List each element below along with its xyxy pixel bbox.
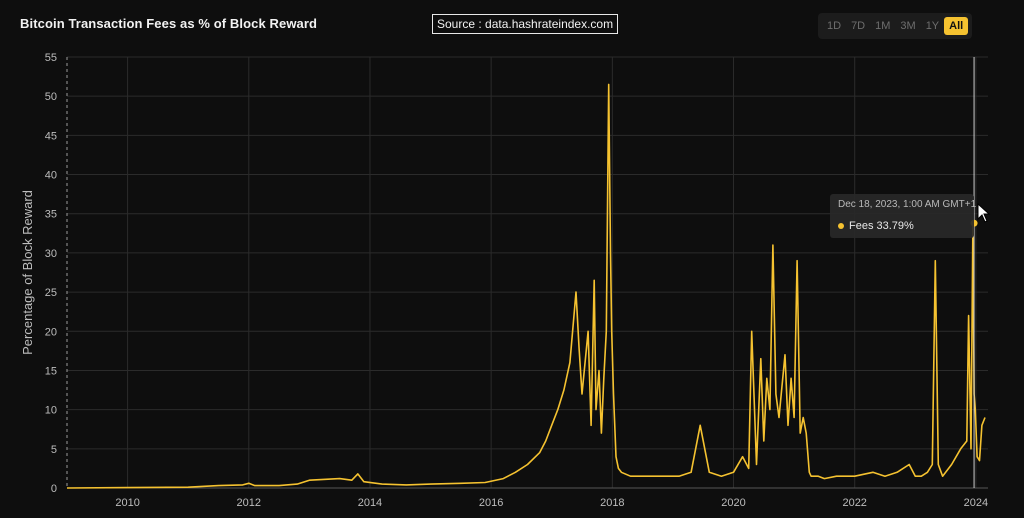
y-tick-label: 5 [51,444,57,456]
y-tick-label: 30 [45,248,57,260]
x-tick-label: 2020 [721,497,745,509]
x-tick-label: 2010 [115,497,139,509]
y-tick-label: 20 [45,326,57,338]
y-tick-label: 0 [51,483,57,495]
y-tick-label: 55 [45,52,57,64]
x-tick-label: 2022 [842,497,866,509]
tooltip-date: Dec 18, 2023, 1:00 AM GMT+1 [838,199,977,210]
x-tick-label: 2016 [479,497,503,509]
grid-layer [67,56,988,489]
chart-canvas[interactable]: 0 5 10 15 20 25 30 35 40 45 50 55 2010 2012 2014 2016 20… [0,0,1024,518]
axis-layer: 0 5 10 15 20 25 30 35 40 45 50 55 2010 2012 2014 2016 20… [45,52,988,509]
y-tick-label: 35 [45,209,57,221]
y-tick-label: 10 [45,405,57,417]
series-layer [66,57,986,489]
series-dot-icon [838,223,844,229]
x-tick-label: 2024 [964,497,988,509]
x-tick-label: 2014 [358,497,382,509]
y-tick-label: 40 [45,170,57,182]
x-tick-label: 2018 [600,497,624,509]
y-axis-label: Percentage of Block Reward [20,190,35,355]
mouse-pointer-icon [977,203,991,223]
hover-tooltip: Dec 18, 2023, 1:00 AM GMT+1 Fees 33.79% [830,194,977,238]
tooltip-value: Fees 33.79% [849,220,914,232]
y-tick-label: 45 [45,130,57,142]
series-line-fees [66,83,986,489]
y-tick-label: 25 [45,287,57,299]
tooltip-series-row: Fees 33.79% [838,220,914,232]
y-tick-label: 15 [45,365,57,377]
y-tick-label: 50 [45,91,57,103]
x-tick-label: 2012 [237,497,261,509]
